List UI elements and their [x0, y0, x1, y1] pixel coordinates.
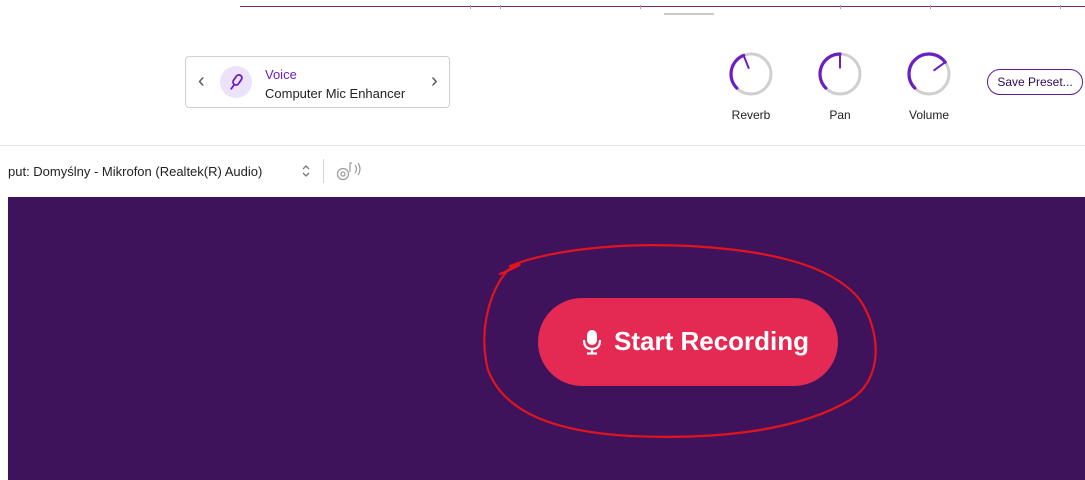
- top-tab-strip: ▔▔▔▔▔ ▔▔▔▔▔▔▔: [0, 0, 1085, 16]
- microphone-icon: [220, 66, 252, 98]
- start-recording-button[interactable]: Start Recording: [538, 298, 838, 386]
- input-bar-separator: [323, 159, 324, 183]
- start-recording-label: Start Recording: [614, 326, 810, 356]
- knob-value-arc: [907, 52, 947, 90]
- pan-knob[interactable]: [817, 51, 863, 97]
- preset-category: Voice: [265, 67, 297, 82]
- volume-knob[interactable]: [906, 51, 952, 97]
- top-divider-tick: [840, 5, 841, 9]
- knob-value-arc: [729, 53, 746, 90]
- chevron-right-icon[interactable]: ›: [431, 71, 438, 91]
- active-tab-indicator: [664, 13, 714, 15]
- knob-pointer: [932, 61, 946, 72]
- top-divider-tick: [930, 5, 931, 9]
- cut-off-header-text: ▔▔▔▔▔ ▔▔▔▔▔▔▔: [20, 0, 128, 7]
- input-device-label[interactable]: put: Domyślny - Mikrofon (Realtek(R) Aud…: [8, 164, 262, 179]
- chevron-left-icon[interactable]: ‹: [198, 71, 205, 91]
- knob-value-arc: [818, 52, 842, 90]
- top-divider-line: [240, 6, 1085, 7]
- top-divider-tick: [640, 5, 641, 9]
- reverb-knob-label: Reverb: [731, 108, 771, 122]
- microphone-icon: [582, 330, 602, 355]
- up-down-chevron-icon[interactable]: [300, 164, 312, 178]
- reverb-knob[interactable]: [728, 51, 774, 97]
- top-divider-tick: [1060, 5, 1061, 9]
- preset-name: Computer Mic Enhancer: [265, 86, 406, 101]
- volume-knob-label: Volume: [908, 108, 950, 122]
- top-divider-tick: [500, 5, 501, 9]
- speaker-monitor-icon[interactable]: [336, 160, 364, 182]
- preset-selector[interactable]: ‹ Voice Computer Mic Enhancer ›: [185, 56, 450, 108]
- knob-pointer: [742, 55, 750, 70]
- top-divider-tick: [470, 5, 471, 9]
- pan-knob-label: Pan: [829, 108, 851, 122]
- save-preset-button[interactable]: Save Preset...: [987, 69, 1083, 95]
